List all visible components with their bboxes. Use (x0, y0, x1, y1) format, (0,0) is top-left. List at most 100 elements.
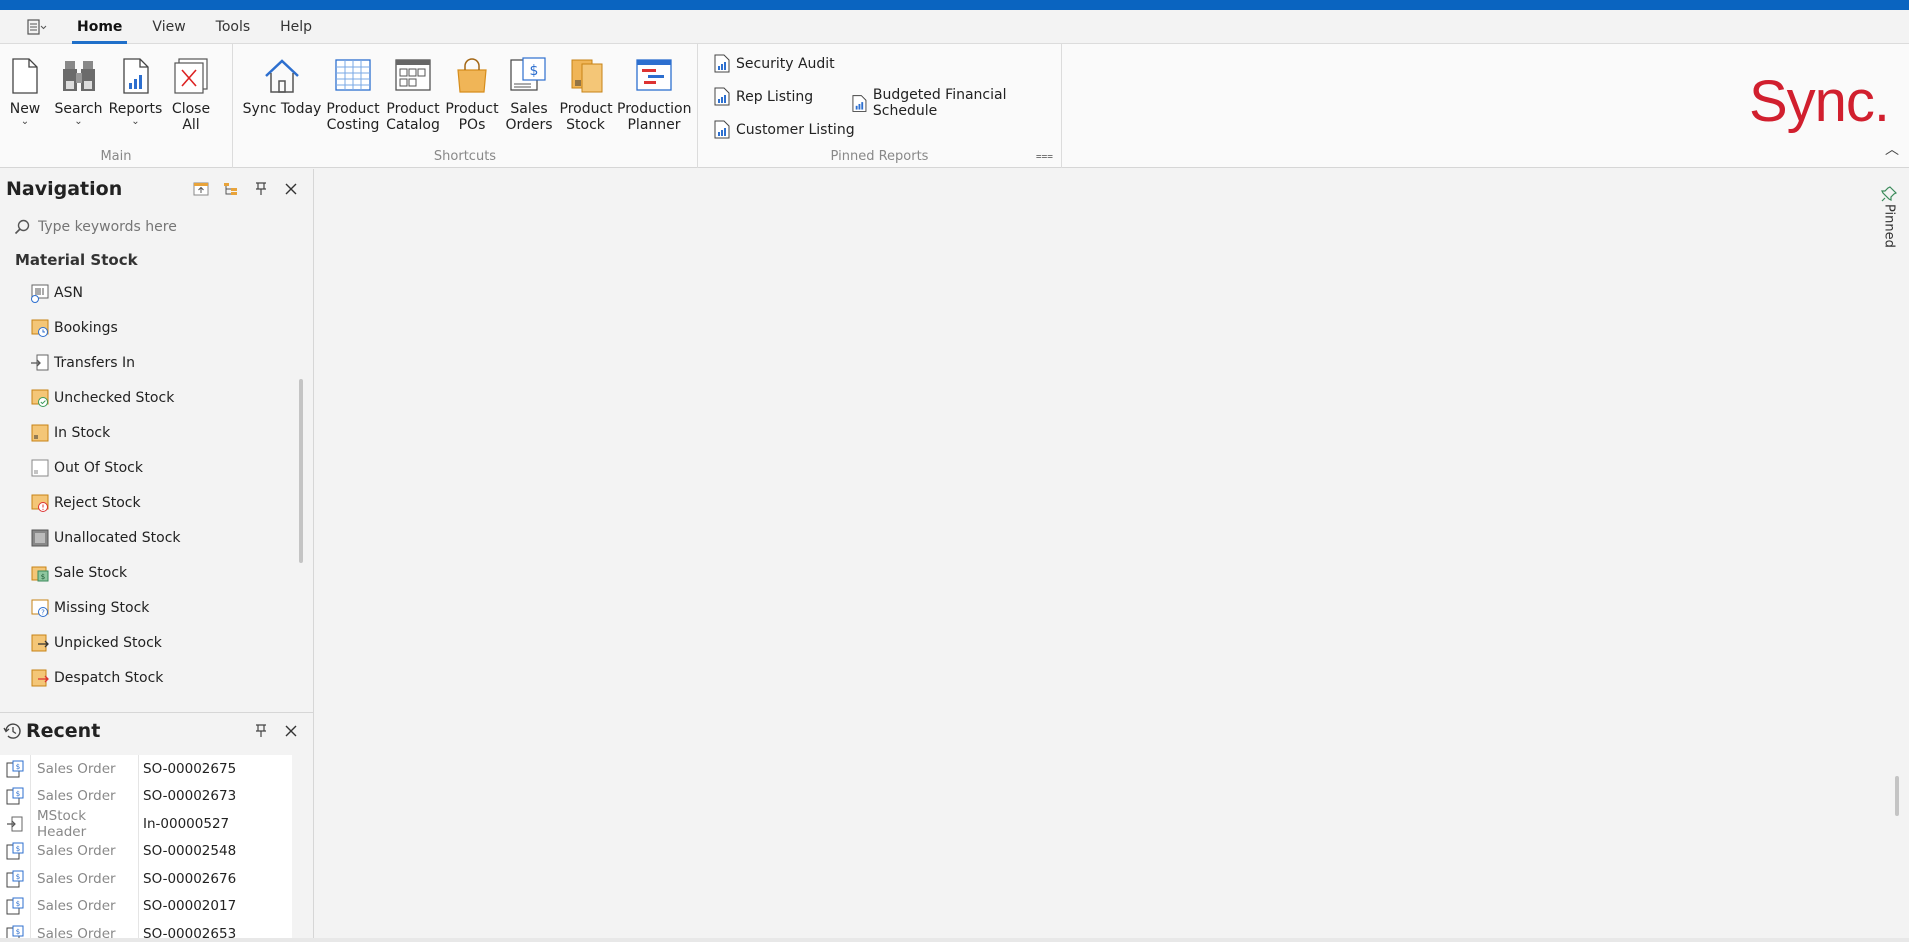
tab-tools[interactable]: Tools (201, 10, 266, 44)
section-title-material-stock: Material Stock (15, 251, 138, 269)
expand-tree-icon[interactable] (191, 179, 211, 199)
navigation-search (0, 209, 313, 245)
nav-item-label: Bookings (54, 319, 118, 336)
pin-icon[interactable] (251, 721, 271, 741)
table-row[interactable]: $ Sales Order SO-00002673 (0, 782, 292, 810)
svg-text:$: $ (41, 573, 45, 581)
nav-item-label: Unallocated Stock (54, 529, 181, 546)
sales-order-icon: $ (510, 57, 546, 91)
group-caption-shortcuts: Shortcuts (433, 149, 497, 164)
pin-icon[interactable] (251, 179, 271, 199)
nav-item-despatch-stock[interactable]: Despatch Stock (0, 660, 313, 695)
asn-icon (31, 284, 49, 303)
nav-item-unpicked-stock[interactable]: Unpicked Stock (0, 625, 313, 660)
report-budgeted-financial-schedule[interactable]: Budgeted Financial Schedule (852, 87, 1061, 119)
recent-type: Sales Order (30, 782, 138, 810)
svg-text:$: $ (530, 63, 539, 79)
table-row[interactable]: MStock Header In-00000527 (0, 808, 292, 840)
navigation-header: Navigation (0, 169, 313, 209)
recent-table: $ Sales Order SO-00002675 $ Sales Order … (0, 755, 292, 940)
nav-item-unallocated-stock[interactable]: Unallocated Stock (0, 520, 313, 555)
svg-text:?: ? (41, 608, 45, 616)
nav-item-out-of-stock[interactable]: Out Of Stock (0, 450, 313, 485)
pinned-side-tab[interactable]: Pinned (1879, 186, 1899, 256)
app-menu-icon (27, 18, 47, 35)
nav-item-missing-stock[interactable]: ? Missing Stock (0, 590, 313, 625)
nav-item-sale-stock[interactable]: $ Sale Stock (0, 555, 313, 590)
tree-view-icon[interactable] (221, 179, 241, 199)
table-row[interactable]: $ Sales Order SO-00002548 (0, 837, 292, 865)
planner-icon (636, 59, 672, 91)
chevron-down-icon: ⌄ (131, 116, 140, 127)
recent-id: SO-00002673 (138, 782, 236, 810)
svg-text:$: $ (16, 928, 20, 936)
report-icon (714, 54, 730, 73)
sync-today-label: Sync Today (242, 101, 322, 117)
ribbon: New ⌄ Search ⌄ Reports ⌄ Close All Main … (0, 44, 1909, 168)
dialog-launcher-icon[interactable]: ⩶ (1036, 151, 1053, 162)
product-catalog-label: Product Catalog (386, 101, 440, 133)
navigation-scrollbar[interactable] (299, 379, 303, 563)
nav-item-label: Despatch Stock (54, 669, 164, 686)
search-input[interactable] (38, 219, 288, 235)
transfer-in-icon (31, 354, 49, 370)
table-row[interactable]: $ Sales Order SO-00002017 (0, 892, 292, 920)
svg-text:$: $ (16, 900, 20, 908)
nav-item-transfers-in[interactable]: Transfers In (0, 345, 313, 380)
report-label: Customer Listing (736, 121, 855, 138)
report-label: Budgeted Financial Schedule (872, 87, 1007, 119)
unchecked-stock-icon (31, 389, 49, 407)
nav-item-label: Unpicked Stock (54, 634, 162, 651)
nav-item-label: Missing Stock (54, 599, 150, 616)
table-row[interactable]: $ Sales Order SO-00002676 (0, 865, 292, 893)
recent-type: Sales Order (30, 755, 138, 783)
collapse-ribbon-icon[interactable]: ︿ (1885, 139, 1899, 159)
tab-home[interactable]: Home (62, 10, 137, 44)
nav-item-bookings[interactable]: Bookings (0, 310, 313, 345)
report-security-audit[interactable]: Security Audit (714, 54, 835, 73)
nav-item-reject-stock[interactable]: Reject Stock (0, 485, 313, 520)
sales-orders-label: Sales Orders (505, 101, 553, 133)
recent-type: MStock Header (30, 808, 138, 840)
sales-order-icon: $ (6, 897, 24, 915)
report-rep-listing[interactable]: Rep Listing (714, 87, 813, 106)
product-pos-label: Product POs (445, 101, 499, 133)
svg-text:$: $ (16, 763, 20, 771)
recent-id: In-00000527 (138, 810, 229, 838)
unallocated-stock-icon (31, 529, 49, 546)
navigation-title: Navigation (6, 178, 123, 200)
recent-type: Sales Order (30, 865, 138, 893)
report-customer-listing[interactable]: Customer Listing (714, 120, 855, 139)
shopping-bag-icon (457, 58, 487, 93)
nav-item-unchecked-stock[interactable]: Unchecked Stock (0, 380, 313, 415)
despatch-stock-icon (31, 669, 49, 686)
ribbon-group-pinned-reports: Security Audit Rep Listing Budgeted Fina… (698, 44, 1062, 168)
svg-text:$: $ (16, 845, 20, 853)
close-icon[interactable] (281, 179, 301, 199)
app-menu-button[interactable] (12, 13, 62, 41)
nav-item-in-stock[interactable]: In Stock (0, 415, 313, 450)
recent-panel: Recent $ Sales Order SO-00002675 $ Sales… (0, 712, 314, 942)
tab-help[interactable]: Help (265, 10, 327, 44)
pinned-label: Pinned (1881, 204, 1897, 248)
nav-item-label: Sale Stock (54, 564, 128, 581)
sale-stock-icon: $ (31, 566, 49, 581)
product-stock-label: Product Stock (559, 101, 613, 133)
table-row[interactable]: $ Sales Order SO-00002653 (0, 920, 292, 940)
recent-scrollbar[interactable] (1895, 776, 1899, 816)
report-icon (714, 120, 730, 139)
nav-item-asn[interactable]: ASN (0, 275, 313, 310)
recent-id: SO-00002548 (138, 837, 236, 865)
title-bar (0, 0, 1909, 10)
ribbon-group-shortcuts: Sync Today Product Costing Product Catal… (233, 44, 698, 168)
recent-header: Recent (0, 713, 313, 749)
tab-view[interactable]: View (137, 10, 200, 44)
catalog-icon (395, 59, 431, 91)
table-row[interactable]: $ Sales Order SO-00002675 (0, 755, 292, 783)
production-planner-label: Production Planner (617, 101, 692, 133)
recent-id: SO-00002017 (138, 892, 236, 920)
close-icon[interactable] (281, 721, 301, 741)
nav-item-label: Transfers In (54, 354, 136, 371)
svg-text:$: $ (16, 873, 20, 881)
report-icon (122, 58, 149, 94)
